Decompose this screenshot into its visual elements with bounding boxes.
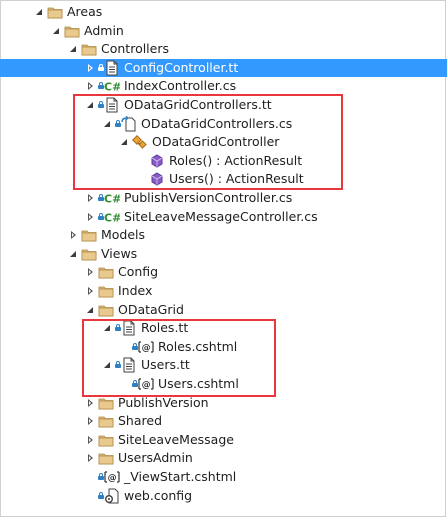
folder-icon xyxy=(98,264,114,280)
folder-icon xyxy=(98,450,114,466)
tree-item-indexcontroller-cs[interactable]: C# IndexController.cs xyxy=(0,77,447,95)
tree-item-odatagrid[interactable]: ODataGrid xyxy=(0,301,447,319)
expand-arrow-icon[interactable] xyxy=(85,59,97,77)
tree-item-viewstart-cshtml[interactable]: @ _ViewStart.cshtml xyxy=(0,468,447,486)
expand-arrow-icon[interactable] xyxy=(85,189,97,207)
tree-item-controllers[interactable]: Controllers xyxy=(0,40,447,58)
expand-arrow-icon[interactable] xyxy=(68,226,80,244)
tree-item-shared[interactable]: Shared xyxy=(0,412,447,430)
expand-arrow-icon[interactable] xyxy=(85,282,97,300)
folder-icon xyxy=(64,23,80,39)
tree-item-label: ODataGrid xyxy=(118,301,184,317)
tree-item-label: IndexController.cs xyxy=(124,78,237,94)
razor-file-icon: @ xyxy=(104,469,120,485)
csharp-file-icon: C# xyxy=(104,209,121,225)
collapse-arrow-icon[interactable] xyxy=(85,301,97,319)
highlight-box-odatagrid-views xyxy=(82,319,276,397)
expand-arrow-icon[interactable] xyxy=(85,208,97,226)
highlight-box-odatagrid-controllers xyxy=(73,94,343,190)
collapse-arrow-icon[interactable] xyxy=(34,3,46,21)
tree-item-models[interactable]: Models xyxy=(0,226,447,244)
folder-icon xyxy=(98,302,114,318)
tree-item-label: SiteLeaveMessageController.cs xyxy=(124,208,318,224)
tree-item-label: web.config xyxy=(124,487,193,503)
folder-icon xyxy=(98,283,114,299)
expand-arrow-icon[interactable] xyxy=(85,449,97,467)
tree-item-index[interactable]: Index xyxy=(0,282,447,300)
folder-icon xyxy=(98,432,114,448)
tree-item-label: UsersAdmin xyxy=(118,450,193,466)
config-file-icon xyxy=(104,488,120,504)
csharp-file-icon: C# xyxy=(104,78,121,94)
svg-text:@: @ xyxy=(108,474,117,484)
collapse-arrow-icon[interactable] xyxy=(68,40,80,58)
tree-item-label: ConfigController.tt xyxy=(124,59,239,75)
tree-item-label: PublishVersionController.cs xyxy=(124,190,293,205)
tree-item-label: Shared xyxy=(118,413,163,429)
tree-item-publishversioncontroller-cs[interactable]: C# PublishVersionController.cs xyxy=(0,189,447,207)
tree-item-label: Controllers xyxy=(101,41,169,57)
tree-item-siteleavemessagecontroller-cs[interactable]: C# SiteLeaveMessageController.cs xyxy=(0,208,447,226)
svg-text:C#: C# xyxy=(104,81,120,94)
collapse-arrow-icon[interactable] xyxy=(51,22,63,40)
tree-item-label: SiteLeaveMessage xyxy=(118,431,234,447)
tree-item-usersadmin[interactable]: UsersAdmin xyxy=(0,449,447,467)
svg-text:C#: C# xyxy=(104,193,120,206)
folder-icon xyxy=(81,227,97,243)
folder-icon xyxy=(98,413,114,429)
collapse-arrow-icon[interactable] xyxy=(68,245,80,263)
tree-item-label: Config xyxy=(118,264,159,280)
expand-arrow-icon[interactable] xyxy=(85,77,97,95)
tree-item-siteleavemessage[interactable]: SiteLeaveMessage xyxy=(0,431,447,449)
tree-item-config[interactable]: Config xyxy=(0,263,447,281)
folder-icon xyxy=(81,41,97,57)
expand-arrow-icon[interactable] xyxy=(85,263,97,281)
tree-item-areas[interactable]: Areas xyxy=(0,3,447,21)
tree-item-label: Admin xyxy=(84,22,124,38)
folder-icon xyxy=(47,4,63,20)
text-template-file-icon xyxy=(104,60,120,76)
tree-item-admin[interactable]: Admin xyxy=(0,22,447,40)
csharp-file-icon: C# xyxy=(104,190,121,206)
tree-item-configcontroller-tt[interactable]: ConfigController.tt xyxy=(0,58,447,77)
expand-arrow-icon[interactable] xyxy=(85,431,97,449)
expand-arrow-icon[interactable] xyxy=(85,412,97,430)
tree-item-views[interactable]: Views xyxy=(0,245,447,263)
tree-item-web-config[interactable]: web.config xyxy=(0,487,447,505)
tree-item-label: _ViewStart.cshtml xyxy=(124,469,237,484)
tree-item-label: Views xyxy=(101,245,138,261)
folder-icon xyxy=(81,246,97,262)
tree-item-label: Index xyxy=(118,283,153,298)
tree-item-label: Models xyxy=(101,227,146,243)
tree-item-label: Areas xyxy=(67,4,103,19)
svg-text:C#: C# xyxy=(104,211,120,224)
